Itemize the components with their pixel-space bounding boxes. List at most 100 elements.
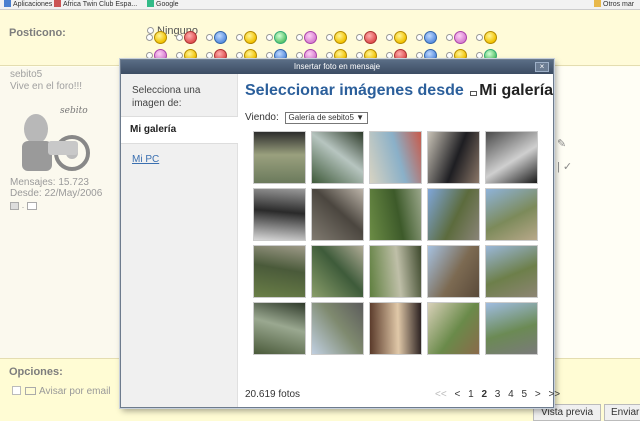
- mail-icon[interactable]: [27, 202, 38, 210]
- photo-open-road[interactable]: [427, 188, 480, 241]
- posticon-option-icon[interactable]: [424, 31, 437, 44]
- photo-house-trees[interactable]: [427, 302, 480, 355]
- radio-icon[interactable]: [476, 52, 483, 59]
- photo-moto-road[interactable]: [253, 131, 306, 184]
- bookmarks-bar: Aplicaciones Africa Twin Club Espa... Go…: [0, 0, 640, 10]
- pager-page-1[interactable]: 1: [468, 389, 474, 400]
- radio-icon[interactable]: [326, 34, 333, 41]
- radio-icon[interactable]: [326, 52, 333, 59]
- posticon-option-icon[interactable]: [184, 31, 197, 44]
- posticon-option-icon[interactable]: [274, 31, 287, 44]
- photo-waterfall[interactable]: [311, 131, 364, 184]
- photo-stone-building[interactable]: [311, 188, 364, 241]
- photo-forest-road[interactable]: [369, 188, 422, 241]
- svg-text:sebito: sebito: [60, 106, 88, 116]
- photo-mountain-valley[interactable]: [485, 188, 538, 241]
- radio-icon[interactable]: [236, 52, 243, 59]
- photo-moto-wheel[interactable]: [253, 188, 306, 241]
- radio-icon[interactable]: [236, 34, 243, 41]
- radio-icon[interactable]: [296, 52, 303, 59]
- notify-email-option[interactable]: Avisar por email: [12, 386, 111, 397]
- photo-stream[interactable]: [369, 245, 422, 298]
- posticon-option-icon[interactable]: [304, 31, 317, 44]
- radio-icon[interactable]: [146, 52, 153, 59]
- avatar: sebito: [14, 101, 100, 179]
- radio-icon[interactable]: [266, 34, 273, 41]
- pager-page-5[interactable]: 5: [521, 389, 527, 400]
- photo-rider-portrait[interactable]: [369, 302, 422, 355]
- radio-icon[interactable]: [476, 34, 483, 41]
- radio-icon[interactable]: [416, 34, 423, 41]
- dialog-heading-text: Seleccionar imágenes desde: [245, 82, 464, 99]
- pager-prev[interactable]: <: [454, 389, 460, 400]
- radio-icon[interactable]: [356, 52, 363, 59]
- options-label: Opciones:: [9, 366, 63, 378]
- send-button[interactable]: Enviar: [604, 404, 640, 421]
- radio-icon[interactable]: [356, 34, 363, 41]
- user-contact-icons: ·: [10, 202, 38, 212]
- pager-page-4[interactable]: 4: [508, 389, 514, 400]
- edit-icon[interactable]: ✎: [557, 138, 566, 150]
- radio-icon[interactable]: [176, 34, 183, 41]
- checkbox-icon: [12, 386, 21, 395]
- user-messages: Mensajes: 15.723: [10, 177, 89, 188]
- bookmark-otros[interactable]: Otros mar: [594, 0, 634, 9]
- radio-icon[interactable]: [176, 52, 183, 59]
- close-icon[interactable]: ×: [535, 62, 549, 72]
- pager-last[interactable]: >>: [548, 389, 560, 400]
- posticon-option-icon[interactable]: [364, 31, 377, 44]
- posticon-row: Posticono: Ninguno: [0, 10, 640, 66]
- source-prompt: Selecciona una imagen de:: [132, 85, 201, 109]
- user-since: Desde: 22/May/2006: [10, 188, 103, 199]
- bookmark-africa-twin[interactable]: Africa Twin Club Espa...: [54, 0, 137, 9]
- source-sidebar: Selecciona una imagen de: Mi galería Mi …: [121, 74, 238, 407]
- pager-page-2[interactable]: 2: [481, 389, 487, 400]
- radio-icon: [147, 27, 154, 34]
- username[interactable]: sebito5: [10, 69, 42, 80]
- radio-icon[interactable]: [146, 34, 153, 41]
- radio-icon[interactable]: [386, 52, 393, 59]
- posticon-option-icon[interactable]: [454, 31, 467, 44]
- photo-bare-trees[interactable]: [427, 245, 480, 298]
- profile-icon[interactable]: [10, 202, 19, 210]
- posticon-option-icon[interactable]: [244, 31, 257, 44]
- radio-icon[interactable]: [446, 34, 453, 41]
- photo-grid: [253, 131, 538, 355]
- pager-page-3[interactable]: 3: [495, 389, 501, 400]
- bookmark-aplicaciones[interactable]: Aplicaciones: [4, 0, 52, 9]
- photo-riverbank[interactable]: [253, 245, 306, 298]
- photo-rocky-stream[interactable]: [253, 302, 306, 355]
- sidebar-item-my-gallery[interactable]: Mi galería: [121, 116, 238, 144]
- photo-map[interactable]: [369, 131, 422, 184]
- dialog-heading: Seleccionar imágenes desde Mi galería: [245, 82, 553, 100]
- posticon-option-icon[interactable]: [394, 31, 407, 44]
- photo-country-road[interactable]: [311, 302, 364, 355]
- photo-distant-rider[interactable]: [485, 302, 538, 355]
- posticon-option-icon[interactable]: [484, 31, 497, 44]
- photo-winding-road[interactable]: [485, 245, 538, 298]
- posticon-option-icon[interactable]: [214, 31, 227, 44]
- quote-icon[interactable]: | ✓: [557, 160, 572, 173]
- radio-icon[interactable]: [446, 52, 453, 59]
- radio-icon[interactable]: [206, 52, 213, 59]
- photo-bridge[interactable]: [311, 245, 364, 298]
- photo-two-riders[interactable]: [427, 131, 480, 184]
- gallery-select[interactable]: Galería de sebito5 ▼: [284, 112, 369, 124]
- radio-icon[interactable]: [416, 52, 423, 59]
- sidebar-item-my-pc[interactable]: Mi PC: [132, 154, 159, 165]
- bookmark-google[interactable]: Google: [147, 0, 179, 9]
- viewing-row: Viendo: Galería de sebito5 ▼: [245, 112, 369, 124]
- chevron-down-icon: ▼: [356, 113, 365, 122]
- radio-icon[interactable]: [386, 34, 393, 41]
- posticono-label: Posticono:: [9, 27, 66, 39]
- radio-icon[interactable]: [266, 52, 273, 59]
- pagination: << < 1 2 3 4 5 > >>: [435, 389, 565, 400]
- photo-moto-closeup[interactable]: [485, 131, 538, 184]
- radio-icon[interactable]: [206, 34, 213, 41]
- radio-icon[interactable]: [296, 34, 303, 41]
- posticon-option-icon[interactable]: [334, 31, 347, 44]
- dialog-heading-gallery: Mi galería: [479, 82, 554, 99]
- pager-next[interactable]: >: [535, 389, 541, 400]
- posticon-option-icon[interactable]: [154, 31, 167, 44]
- pager-first[interactable]: <<: [435, 389, 447, 400]
